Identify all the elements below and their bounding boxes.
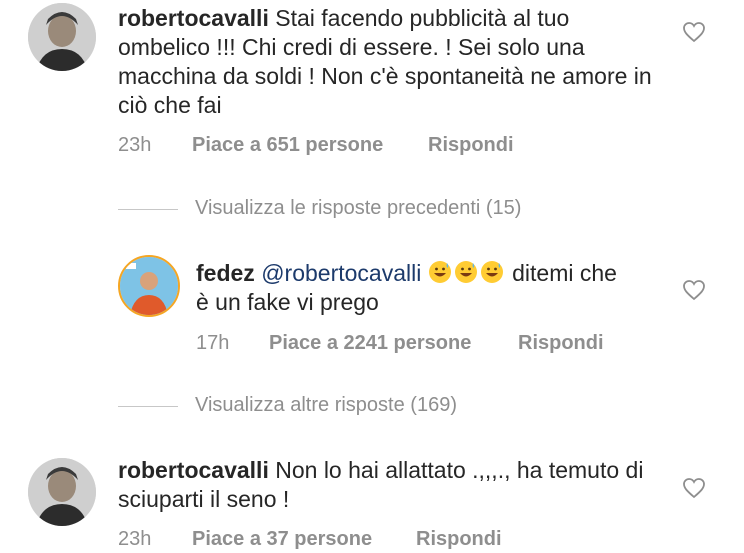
comment-text-block: robertocavalli Stai facendo pubblicità a… [118,4,658,120]
view-previous-label[interactable]: Visualizza le risposte precedenti (15) [195,197,521,220]
comment-text-block: robertocavalli Non lo hai allattato .,,,… [118,456,658,514]
username[interactable]: robertocavalli [118,5,269,31]
comment-meta: 17h Piace a 2241 persone Rispondi [196,332,696,356]
comment-meta: 23h Piace a 37 persone Rispondi [118,528,618,552]
comment-text-block: fedez @robertocavalli ditemi che è un fa… [196,259,636,317]
view-more-replies[interactable]: Visualizza altre risposte (169) [118,394,618,418]
mention-link[interactable]: @robertocavalli [261,260,421,286]
reply-button[interactable]: Rispondi [416,528,502,551]
divider [118,406,178,407]
avatar[interactable] [118,255,180,317]
likes-count[interactable]: Piace a 2241 persone [269,332,471,355]
view-previous-replies[interactable]: Visualizza le risposte precedenti (15) [118,197,618,221]
likes-count[interactable]: Piace a 651 persone [192,134,383,157]
comment-robertocavalli-1: robertocavalli Stai facendo pubblicità a… [0,0,744,170]
avatar-photo [28,458,96,526]
timestamp: 23h [118,134,152,156]
heart-outline-icon[interactable] [682,279,706,301]
likes-count[interactable]: Piace a 37 persone [192,528,372,551]
avatar-photo [120,257,178,315]
comment-fedez: fedez @robertocavalli ditemi che è un fa… [0,250,744,370]
view-more-label[interactable]: Visualizza altre risposte (169) [195,394,457,417]
avatar-photo [28,3,96,71]
heart-outline-icon[interactable] [682,477,706,499]
grinning-sweat-emoji [480,261,503,283]
comment-robertocavalli-2: robertocavalli Non lo hai allattato .,,,… [0,452,744,553]
comment-meta: 23h Piace a 651 persone Rispondi [118,134,618,158]
username[interactable]: robertocavalli [118,457,269,483]
avatar[interactable] [28,458,96,526]
avatar[interactable] [28,3,96,71]
grinning-sweat-emoji [428,261,451,283]
heart-outline-icon[interactable] [682,21,706,43]
username[interactable]: fedez [196,260,255,286]
timestamp: 23h [118,528,152,550]
reply-button[interactable]: Rispondi [518,332,604,355]
reply-button[interactable]: Rispondi [428,134,514,157]
timestamp: 17h [196,332,230,354]
grinning-sweat-emoji [454,261,477,283]
emoji-group [428,260,512,286]
divider [118,209,178,210]
